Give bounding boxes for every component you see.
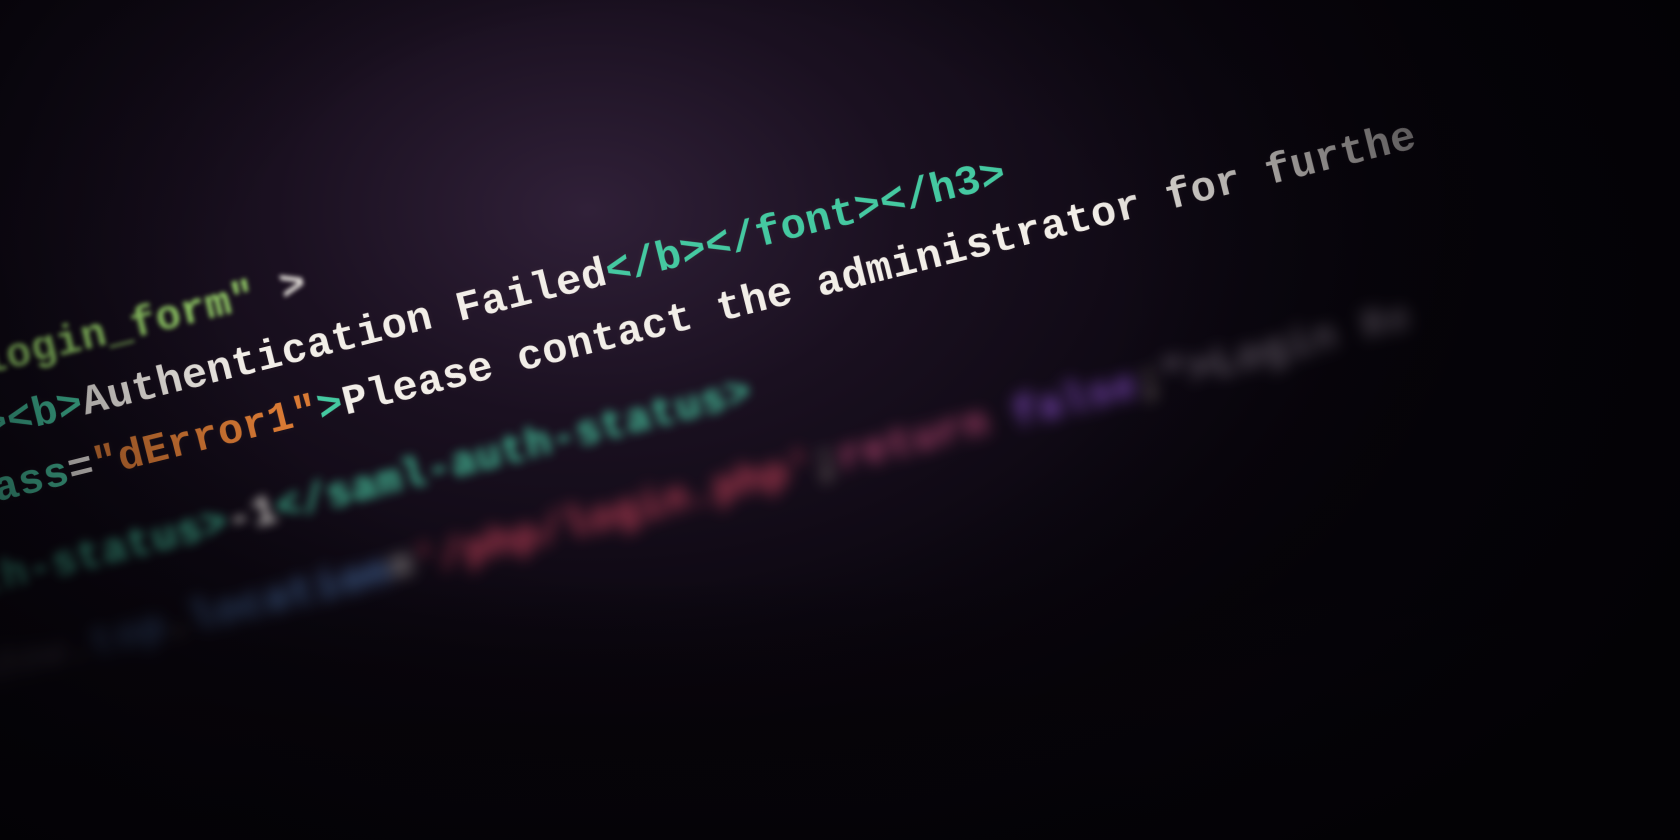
code-photo-scene: 10px 10px 10px 10px 10px 10px ight: bold… bbox=[0, 0, 1680, 840]
tag-close: > bbox=[250, 260, 312, 319]
obj-window: indow bbox=[0, 629, 71, 707]
tag-b-open: <b> bbox=[2, 380, 88, 445]
prop-top: top bbox=[84, 604, 170, 669]
code-block: 10px 10px 10px 10px 10px 10px ight: bold… bbox=[0, 0, 1680, 831]
